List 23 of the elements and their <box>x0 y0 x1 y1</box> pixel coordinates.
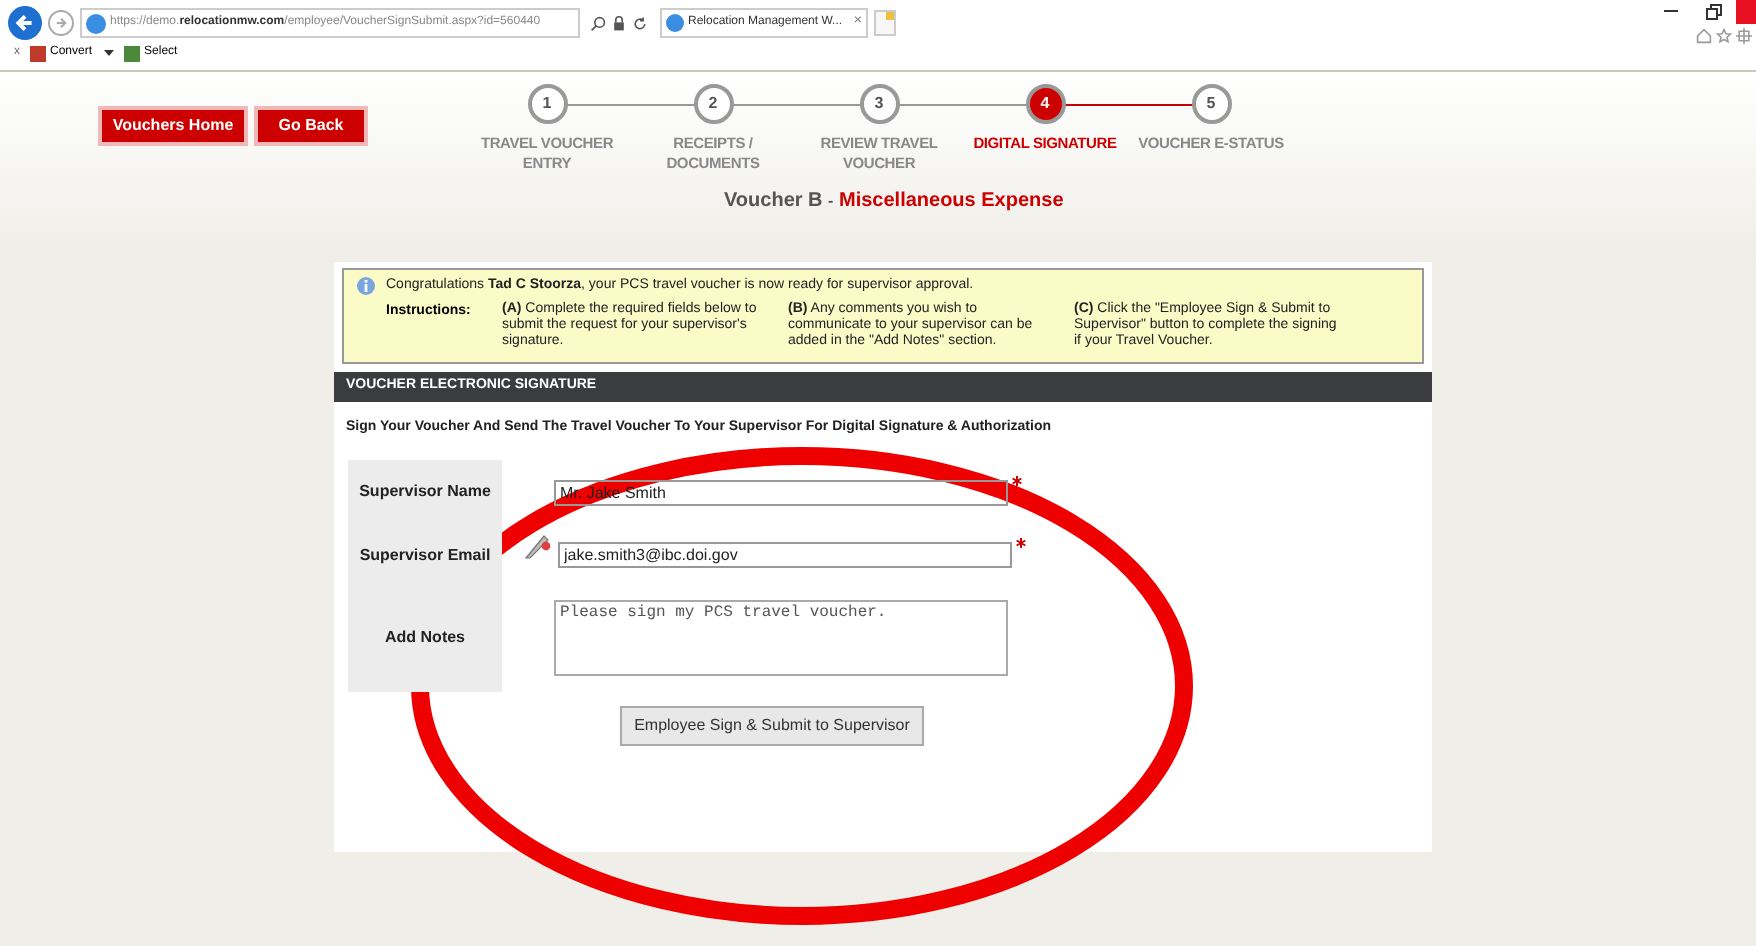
back-button[interactable]: Go Back <box>254 106 368 146</box>
home-icon[interactable] <box>1696 28 1712 44</box>
new-tab-button[interactable] <box>874 10 896 36</box>
refresh-icon[interactable] <box>632 15 648 31</box>
notes-field[interactable]: Please sign my PCS travel voucher. <box>554 600 1008 676</box>
forward-button[interactable] <box>48 10 74 36</box>
page-heading: Voucher B - Miscellaneous Expense <box>724 188 1066 216</box>
email-field[interactable]: jake.smith3@ibc.doi.gov <box>558 542 1012 568</box>
search-icon[interactable] <box>590 15 606 31</box>
home-button[interactable]: Vouchers Home <box>98 106 248 146</box>
field-label: Supervisor Name <box>359 480 491 504</box>
field-label: Supervisor Email <box>359 543 491 567</box>
minimize-icon <box>1663 10 1677 14</box>
restore-icon <box>1706 4 1722 20</box>
lock-icon <box>612 15 626 31</box>
arrow-icon <box>14 12 36 34</box>
settings-icon[interactable] <box>1736 28 1752 44</box>
field-label: Add Notes <box>385 626 465 650</box>
arrow-icon <box>54 16 68 30</box>
submit-button[interactable]: Employee Sign & Submit to Supervisor <box>620 705 924 745</box>
star-icon[interactable] <box>1716 28 1732 44</box>
back-button[interactable] <box>8 6 42 40</box>
info-icon <box>356 276 376 297</box>
